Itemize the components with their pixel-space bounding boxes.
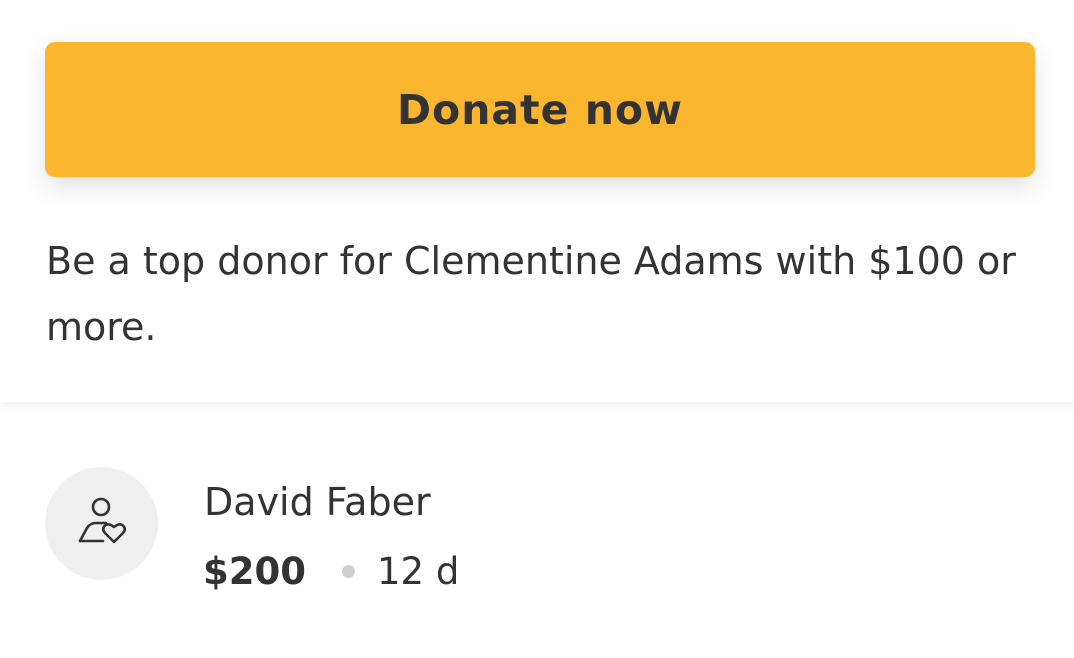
donate-card: Donate now Be a top donor for Clementine…: [0, 0, 1074, 402]
donation-time: 12 d: [376, 549, 460, 593]
separator-dot: [341, 564, 355, 578]
person-heart-icon: [78, 497, 126, 543]
donation-amount: $200: [203, 549, 306, 593]
donation-list-item: David Faber $200 12 d: [45, 467, 1035, 593]
donate-now-button[interactable]: Donate now: [45, 42, 1035, 177]
donor-avatar: [45, 467, 158, 580]
donor-name: David Faber: [204, 480, 431, 524]
top-donor-message: Be a top donor for Clementine Adams with…: [46, 239, 1016, 349]
donation-meta: $200 12 d: [203, 547, 459, 595]
